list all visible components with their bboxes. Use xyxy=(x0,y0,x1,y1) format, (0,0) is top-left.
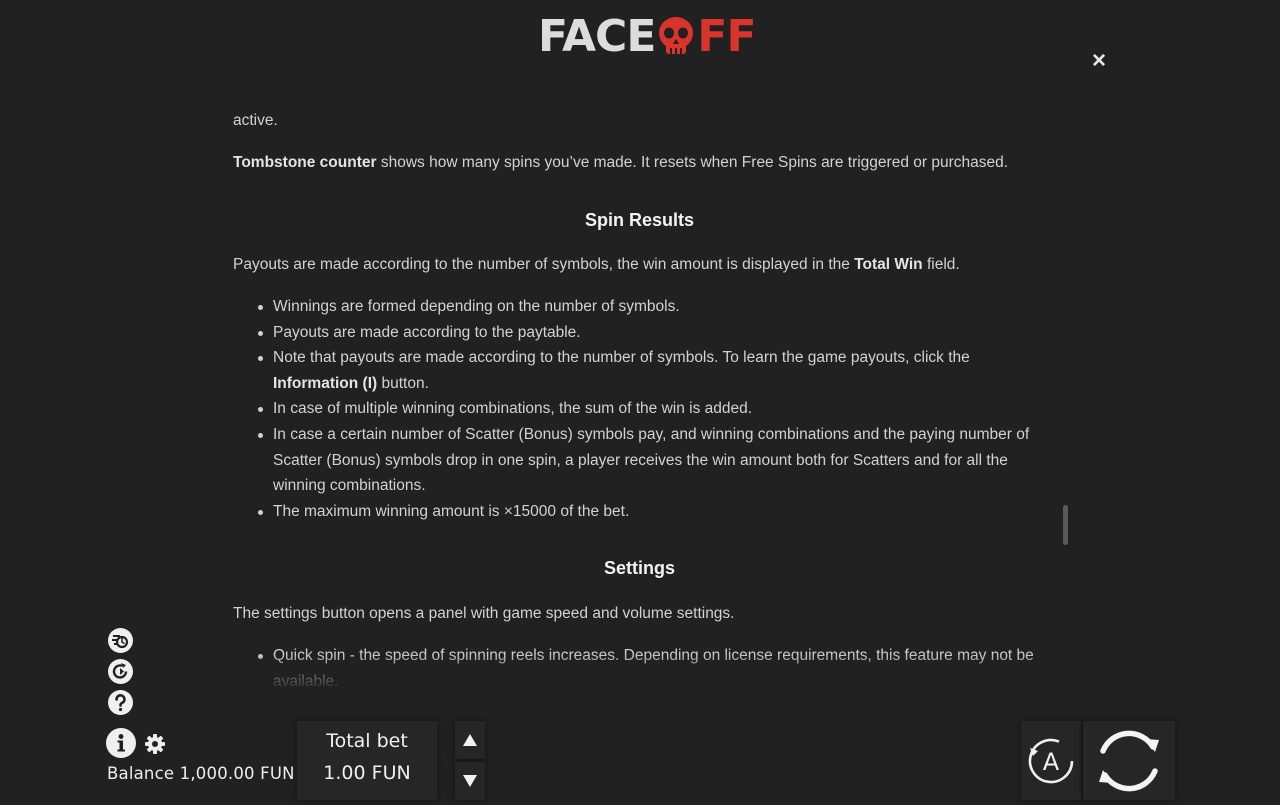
autoplay-letter: A xyxy=(1043,748,1060,776)
list-item-text: Note that payouts are made according to … xyxy=(273,349,970,367)
total-bet-label: Total bet xyxy=(326,730,408,752)
triangle-down-icon xyxy=(463,775,477,787)
list-item: Quick spin - the speed of spinning reels… xyxy=(255,643,1040,692)
payouts-intro-text-b: field. xyxy=(922,256,960,273)
spin-results-list: Winnings are formed depending on the num… xyxy=(255,294,1040,524)
spin-results-title: Spin Results xyxy=(584,210,695,230)
quick-spin-icon[interactable] xyxy=(108,659,133,684)
close-button[interactable]: × xyxy=(1086,48,1112,74)
turbo-spin-icon[interactable] xyxy=(108,628,133,653)
bet-adjust xyxy=(455,721,485,800)
settings-intro: The settings button opens a panel with g… xyxy=(233,605,735,622)
settings-title: Settings xyxy=(603,558,675,578)
payouts-intro-bold: Total Win xyxy=(854,256,923,273)
rules-line-active: active. xyxy=(233,112,278,129)
list-item: Winnings are formed depending on the num… xyxy=(255,294,1040,320)
balance-display: Balance 1,000.00 FUN xyxy=(107,764,295,783)
logo-text-face: FACE xyxy=(538,11,656,62)
tombstone-text: shows how many spins you’ve made. It res… xyxy=(376,154,1009,171)
spin-icon xyxy=(1099,730,1159,792)
game-logo: FACE FF xyxy=(538,11,757,62)
total-bet-panel: Total bet 1.00 FUN xyxy=(297,721,437,800)
skull-icon xyxy=(659,17,694,54)
triangle-up-icon xyxy=(463,734,477,746)
tombstone-bold: Tombstone counter xyxy=(233,154,377,171)
logo-text-ff: FF xyxy=(697,11,756,62)
bet-increase-button[interactable] xyxy=(455,721,485,759)
list-item: The maximum winning amount is ×15000 of … xyxy=(255,499,1040,525)
spin-button[interactable] xyxy=(1083,721,1175,800)
gear-icon xyxy=(145,734,165,754)
list-item: In case a certain number of Scatter (Bon… xyxy=(255,422,1040,499)
payouts-intro-text-a: Payouts are made according to the number… xyxy=(233,256,855,273)
autoplay-button[interactable]: A xyxy=(1021,721,1081,800)
tombstone-paragraph: Tombstone counter shows how many spins y… xyxy=(233,150,1043,176)
total-bet-value: 1.00 FUN xyxy=(323,762,411,784)
list-item: Payouts are made according to the paytab… xyxy=(255,320,1040,346)
info-icon xyxy=(106,728,136,758)
list-item-text: button. xyxy=(377,374,429,392)
list-item: Note that payouts are made according to … xyxy=(255,345,1040,396)
list-item-bold: Information (I) xyxy=(273,374,378,392)
bet-decrease-button[interactable] xyxy=(455,762,485,800)
payouts-intro: Payouts are made according to the number… xyxy=(233,252,1043,278)
help-icon[interactable] xyxy=(108,690,133,715)
autoplay-icon: A xyxy=(1028,738,1074,784)
list-item: In case of multiple winning combinations… xyxy=(255,396,1040,422)
scrollbar-thumb[interactable] xyxy=(1063,505,1068,545)
info-button[interactable] xyxy=(106,728,136,758)
settings-button[interactable] xyxy=(144,733,166,755)
settings-list: Quick spin - the speed of spinning reels… xyxy=(255,643,1040,692)
rules-content[interactable]: active. Tombstone counter shows how many… xyxy=(233,82,1043,692)
